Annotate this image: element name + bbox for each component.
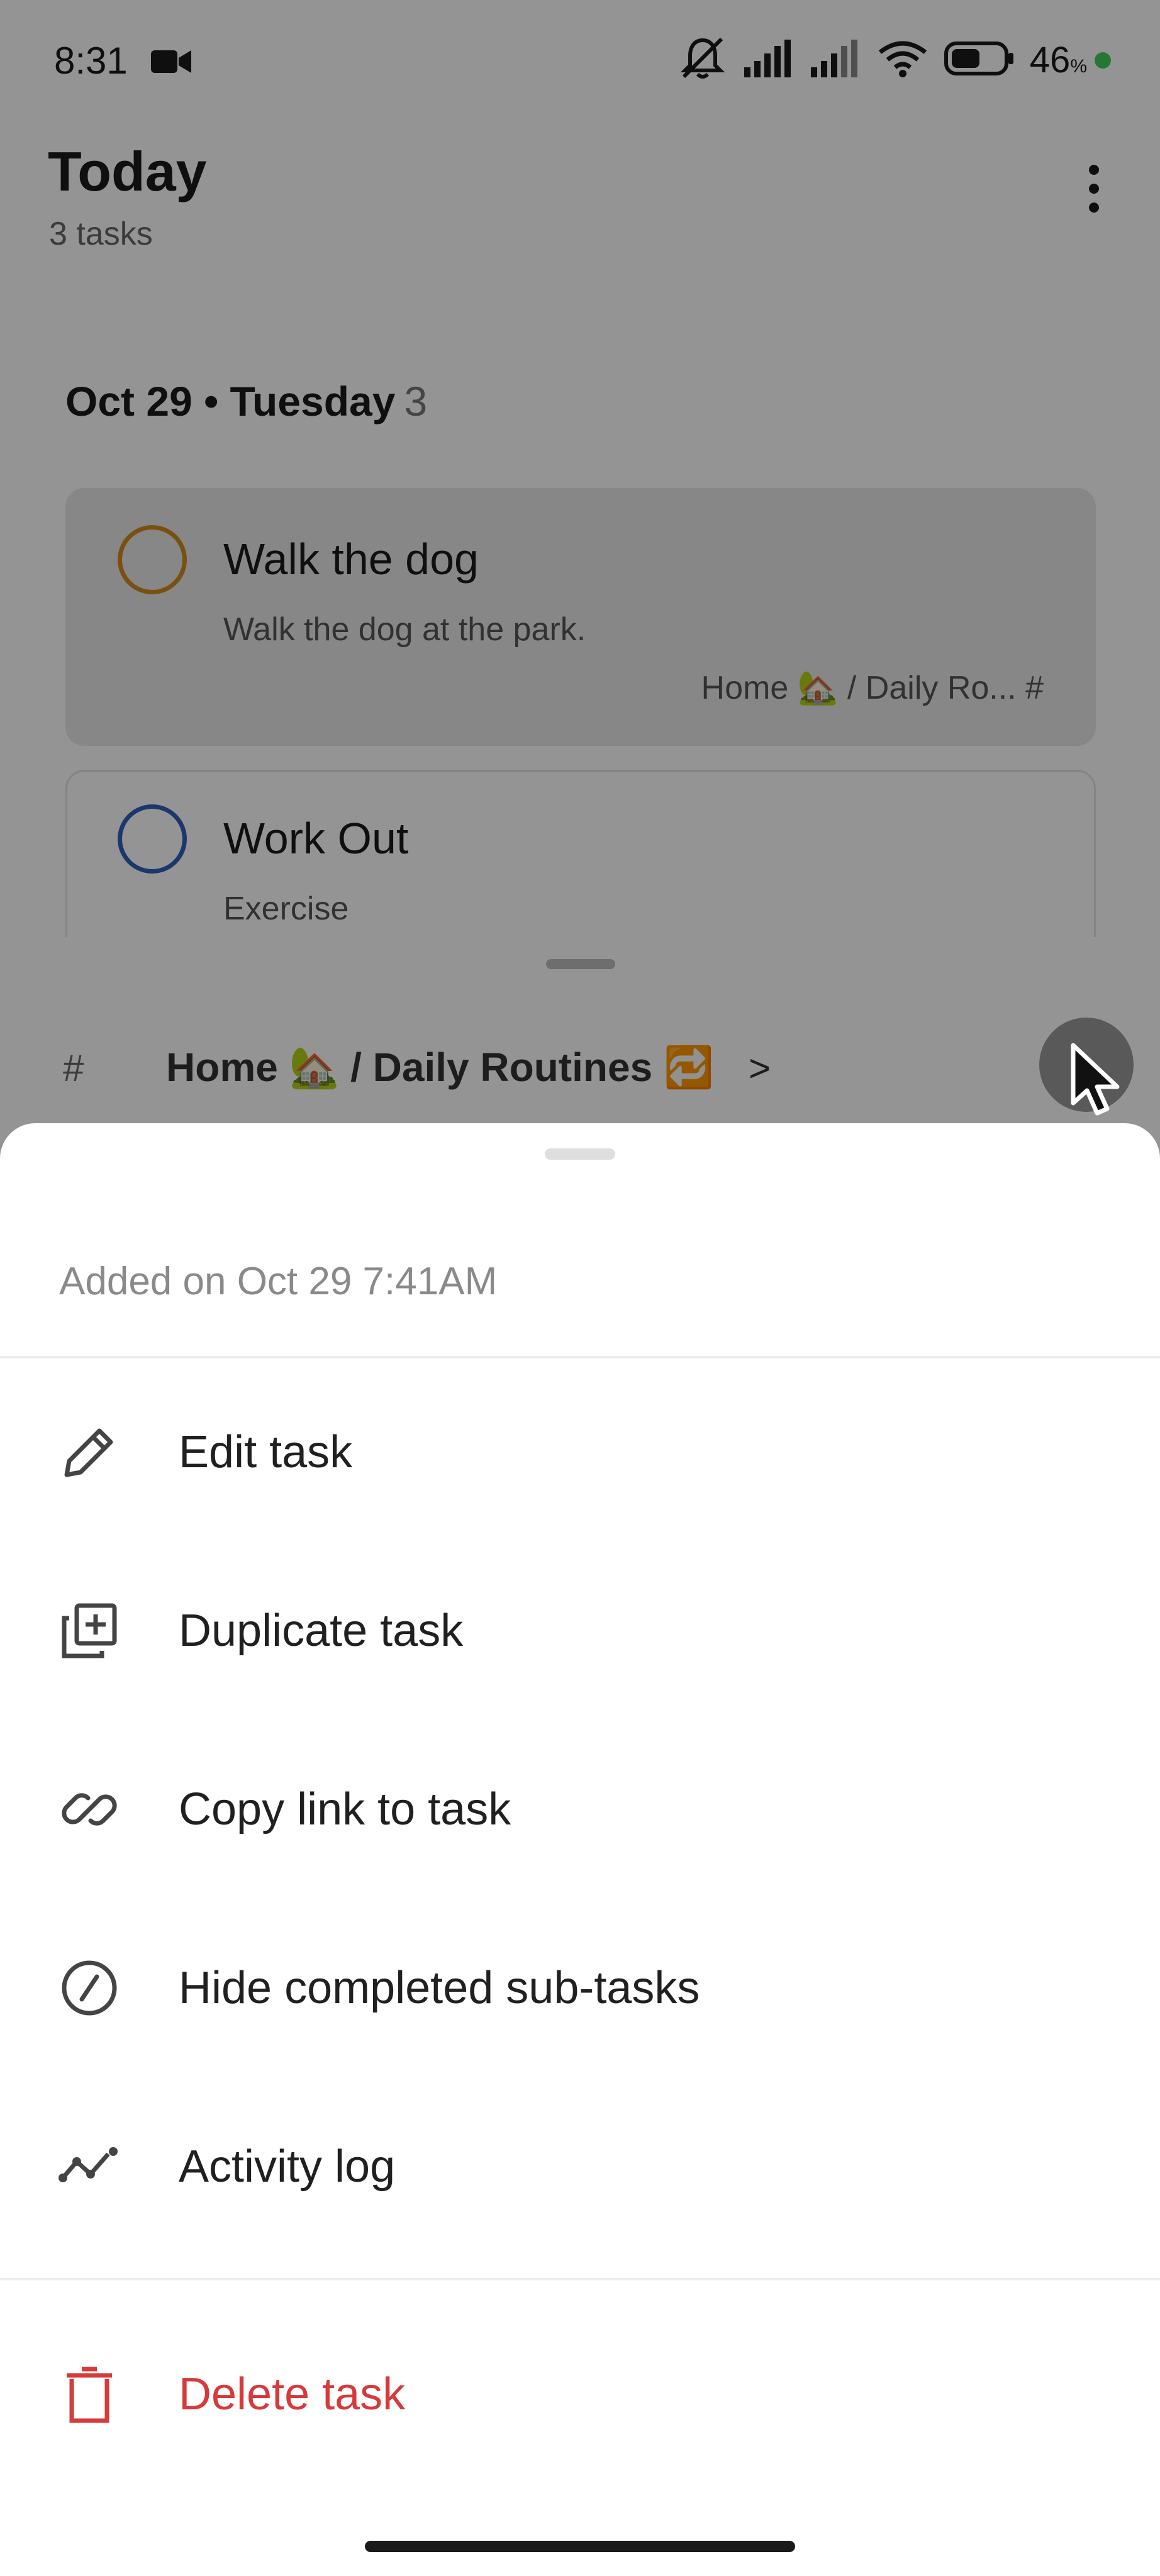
mouse-cursor-icon [1069, 1043, 1126, 1121]
duplicate-task-menu-item[interactable]: Duplicate task [0, 1552, 1160, 1709]
home-indicator[interactable] [365, 2541, 795, 2552]
duplicate-icon [55, 1597, 123, 1665]
hide-completed-menu-item[interactable]: Hide completed sub-tasks [0, 1909, 1160, 2067]
edit-task-menu-item[interactable]: Edit task [0, 1374, 1160, 1531]
delete-task-menu-item[interactable]: Delete task [0, 2316, 1160, 2473]
divider [0, 2278, 1160, 2280]
hide-circle-icon [55, 1954, 123, 2022]
trash-icon [55, 2360, 123, 2428]
divider [0, 1356, 1160, 1358]
added-timestamp: Added on Oct 29 7:41AM [59, 1260, 498, 1303]
pencil-icon [55, 1418, 123, 1486]
menu-label: Delete task [179, 2369, 406, 2419]
menu-label: Hide completed sub-tasks [179, 1963, 700, 2013]
activity-log-menu-item[interactable]: Activity log [0, 2088, 1160, 2245]
menu-label: Activity log [179, 2141, 396, 2192]
copy-link-menu-item[interactable]: Copy link to task [0, 1731, 1160, 1888]
sheet-drag-handle[interactable] [545, 1148, 615, 1160]
menu-label: Duplicate task [179, 1606, 464, 1656]
activity-icon [55, 2133, 123, 2201]
link-icon [55, 1775, 123, 1843]
menu-label: Edit task [179, 1427, 353, 1477]
menu-label: Copy link to task [179, 1784, 511, 1835]
